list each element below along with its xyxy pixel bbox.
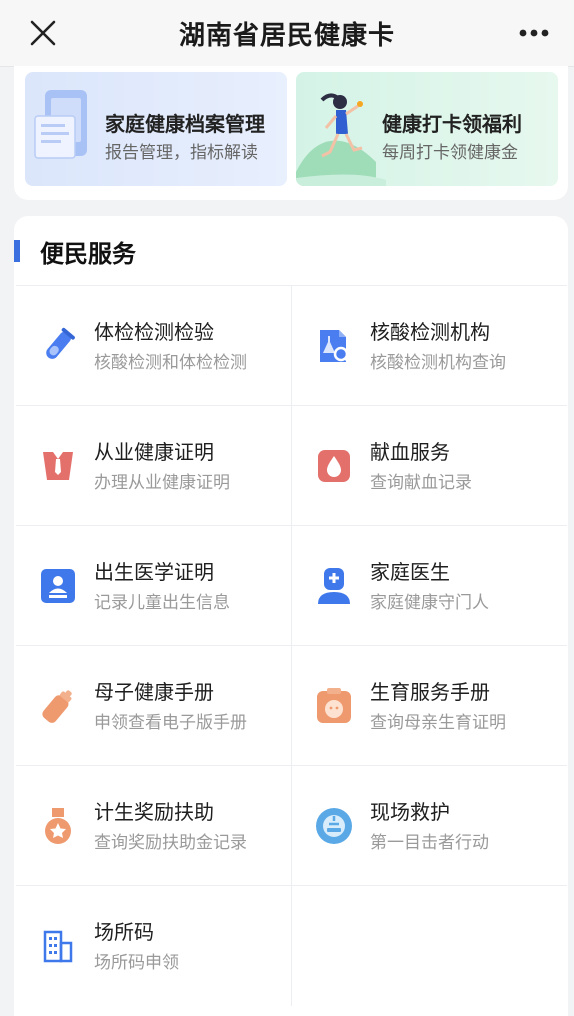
building-icon [43,930,73,963]
service-name: 家庭医生 [370,560,450,584]
service-item-family-planning-award[interactable]: 计生奖励扶助 查询奖励扶助金记录 [16,765,292,886]
lab-search-icon [320,330,352,365]
sos-icon [316,808,352,844]
services-card: 便民服务 体检检测检验 核酸检测和体检检测 核酸检测机构 核酸检测机构查询 从业… [14,216,568,1016]
birth-certificate-icon [41,569,75,603]
health-record-icon [34,90,87,159]
service-item-blood-donation[interactable]: 献血服务 查询献血记录 [292,405,567,526]
service-name: 体检检测检验 [94,320,214,344]
section-title: 便民服务 [40,240,136,268]
service-name: 计生奖励扶助 [94,800,214,824]
service-desc: 申领查看电子版手册 [94,713,247,733]
service-item-physical-exam[interactable]: 体检检测检验 核酸检测和体检检测 [16,285,292,406]
baby-bottle-icon [42,690,72,723]
test-tube-icon [46,327,75,359]
service-name: 出生医学证明 [94,560,214,584]
baby-clipboard-icon [317,688,351,723]
runner-illustration [296,93,386,186]
service-item-mother-child-handbook[interactable]: 母子健康手册 申领查看电子版手册 [16,645,292,766]
health-record-banner[interactable]: 家庭健康档案管理 报告管理，指标解读 [25,72,287,186]
service-item-birth-service-handbook[interactable]: 生育服务手册 查询母亲生育证明 [292,645,567,766]
service-desc: 办理从业健康证明 [94,473,230,493]
blood-drop-icon [318,450,350,482]
services-header: 便民服务 [14,216,568,286]
more-button[interactable] [510,14,558,52]
close-button[interactable] [24,14,62,52]
service-desc: 查询母亲生育证明 [370,713,506,733]
top-bar: 湖南省居民健康卡 [0,0,574,67]
more-dots-icon [519,29,549,37]
service-desc: 第一目击者行动 [370,833,489,853]
service-name: 母子健康手册 [94,680,214,704]
medal-icon [45,808,71,844]
service-desc: 查询献血记录 [370,473,472,493]
service-desc: 记录儿童出生信息 [94,593,230,613]
banner-card: 家庭健康档案管理 报告管理，指标解读 健康打卡领福利 每周打卡领健康金 [14,66,568,200]
service-item-venue-code[interactable]: 场所码 场所码申领 [16,885,292,1006]
service-name: 从业健康证明 [94,440,214,464]
service-item-work-health-cert[interactable]: 从业健康证明 办理从业健康证明 [16,405,292,526]
service-name: 场所码 [94,920,154,944]
section-accent-bar [14,240,20,262]
banner-subtitle: 每周打卡领健康金 [382,143,518,163]
service-desc: 查询奖励扶助金记录 [94,833,247,853]
service-item-birth-cert[interactable]: 出生医学证明 记录儿童出生信息 [16,525,292,646]
close-icon [30,20,56,46]
service-name: 生育服务手册 [370,680,490,704]
health-checkin-banner[interactable]: 健康打卡领福利 每周打卡领健康金 [296,72,558,186]
service-name: 核酸检测机构 [370,320,490,344]
service-desc: 核酸检测和体检检测 [94,353,247,373]
service-name: 献血服务 [370,440,450,464]
banner-title: 家庭健康档案管理 [105,112,265,136]
service-name: 现场救护 [370,800,450,824]
doctor-icon [318,568,350,604]
work-certificate-icon [43,452,73,480]
banner-title: 健康打卡领福利 [382,112,522,136]
service-item-first-aid[interactable]: 现场救护 第一目击者行动 [292,765,567,886]
service-desc: 核酸检测机构查询 [370,353,506,373]
page-title: 湖南省居民健康卡 [178,20,395,51]
empty-cell [292,885,567,1006]
banner-subtitle: 报告管理，指标解读 [105,143,258,163]
service-desc: 家庭健康守门人 [370,593,489,613]
service-item-family-doctor[interactable]: 家庭医生 家庭健康守门人 [292,525,567,646]
service-item-nucleic-institution[interactable]: 核酸检测机构 核酸检测机构查询 [292,285,567,406]
service-desc: 场所码申领 [94,953,179,973]
